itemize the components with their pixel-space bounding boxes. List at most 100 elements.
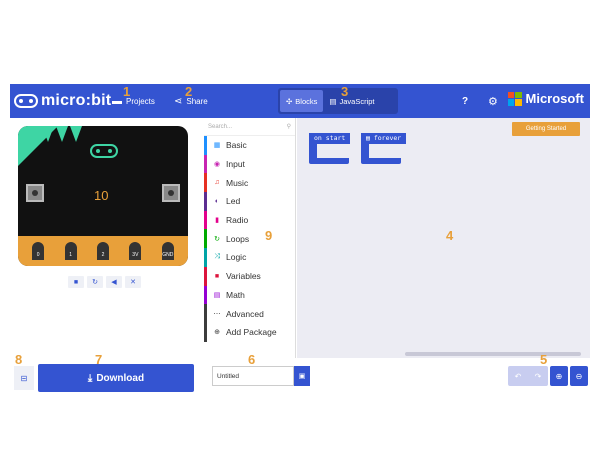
led-icon: ◐ [214, 197, 220, 205]
category-advanced[interactable]: ⋯ Advanced [204, 304, 295, 323]
pin-0[interactable]: 0 [30, 240, 47, 262]
category-input[interactable]: ◉ Input [204, 154, 295, 174]
search-placeholder: Search... [208, 123, 233, 130]
button-a[interactable] [26, 184, 44, 202]
category-radio[interactable]: ▮ Radio [204, 210, 295, 230]
radio-icon: ▮ [215, 217, 219, 225]
blocks-tab[interactable]: ✣ Blocks [280, 90, 324, 112]
annotation-5: 5 [540, 352, 548, 367]
projects-label: Projects [126, 96, 155, 106]
microbit-logo-icon [14, 94, 38, 108]
category-led[interactable]: ◐ Led [204, 192, 295, 211]
category-label: Math [226, 289, 245, 300]
category-color-bar [204, 136, 207, 155]
category-label: Add Package [226, 327, 277, 338]
category-label: Basic [226, 140, 247, 151]
category-list: ▦ Basic ◉ Input ♫ Music ◐ Led ▮ Radio ↻ Loops ⤨ Logic… [204, 136, 295, 342]
simulator-toolbar: ■ ↻ ◀ ✕ [68, 276, 141, 288]
projects-button[interactable]: ▬ Projects [112, 84, 155, 118]
pin-gnd[interactable]: GND [159, 240, 176, 262]
workspace-scrollbar[interactable] [405, 352, 581, 356]
category-label: Loops [226, 233, 250, 244]
annotation-1: 1 [123, 84, 131, 99]
project-name-input[interactable] [212, 366, 294, 386]
category-basic[interactable]: ▦ Basic [204, 136, 295, 155]
category-color-bar [204, 266, 207, 286]
microsoft-grid-icon [507, 91, 522, 106]
loop-icon: ▤ [366, 134, 374, 142]
javascript-tab[interactable]: ▤ JavaScript [323, 90, 380, 112]
on-start-block[interactable]: on start [309, 133, 351, 164]
forever-label: ▤ forever [366, 134, 402, 142]
fullscreen-icon[interactable]: ✕ [125, 276, 141, 288]
category-label: Led [226, 196, 241, 207]
category-color-bar [204, 248, 207, 267]
category-add-package[interactable]: ⊕ Add Package [204, 322, 295, 342]
category-label: Radio [226, 215, 249, 226]
button-b[interactable] [162, 184, 180, 202]
save-icon[interactable]: ▣ [294, 366, 310, 386]
microsoft-logo[interactable]: Microsoft [507, 91, 584, 106]
annotation-3: 3 [341, 84, 349, 99]
annotation-9: 9 [265, 228, 273, 243]
logo-text: micro:bit [41, 92, 112, 109]
top-menu-bar: micro:bit ▬ Projects ⋖ Share ✣ Blocks ▤ … [10, 84, 590, 118]
forever-block[interactable]: ▤ forever [361, 133, 407, 164]
pin-3v[interactable]: 3V [127, 240, 144, 262]
input-icon: ◉ [213, 161, 221, 169]
category-logic[interactable]: ⤨ Logic [204, 248, 295, 267]
category-label: Logic [226, 252, 247, 263]
mute-icon[interactable]: ◀ [106, 276, 122, 288]
loops-icon: ↻ [214, 235, 220, 243]
board-edge-decoration [42, 126, 102, 144]
stop-icon[interactable]: ■ [68, 276, 84, 288]
board-pins: 0 1 2 3V GND [18, 236, 188, 266]
board-logo-icon [90, 144, 118, 158]
annotation-7: 7 [95, 352, 103, 367]
category-variables[interactable]: ■ Variables [204, 266, 295, 286]
undo-icon[interactable]: ↶ [515, 372, 522, 381]
code-icon: ▤ [329, 96, 337, 106]
music-icon: ♫ [214, 179, 220, 187]
help-icon[interactable]: ? [462, 84, 468, 118]
advanced-icon: ⋯ [213, 310, 221, 318]
category-color-bar [204, 210, 207, 230]
category-math[interactable]: ▤ Math [204, 285, 295, 305]
category-color-bar [204, 229, 207, 249]
annotation-6: 6 [248, 352, 256, 367]
basic-icon: ▦ [213, 142, 221, 150]
annotation-2: 2 [185, 84, 193, 99]
download-icon: ⤓ [87, 372, 93, 384]
category-label: Music [226, 177, 249, 188]
microbit-logo[interactable]: micro:bit [14, 92, 111, 110]
category-color-bar [204, 192, 207, 211]
zoom-in-icon[interactable]: ⊕ [550, 366, 568, 386]
getting-started-button[interactable]: Getting Started [512, 122, 580, 136]
blocks-workspace[interactable]: Getting Started on start ▤ forever [297, 118, 590, 358]
category-label: Variables [226, 271, 261, 282]
annotation-4: 4 [446, 228, 454, 243]
category-loops[interactable]: ↻ Loops [204, 229, 295, 249]
redo-icon[interactable]: ↷ [535, 372, 542, 381]
variables-icon: ■ [214, 272, 220, 280]
category-music[interactable]: ♫ Music [204, 173, 295, 193]
add-package-icon: ⊕ [214, 329, 220, 337]
toolbox: Search... ⚲ ▦ Basic ◉ Input ♫ Music ◐ Led ▮ Radio… [204, 118, 296, 358]
zoom-out-icon[interactable]: ⊖ [570, 366, 588, 386]
gear-icon[interactable]: ⚙ [488, 84, 498, 118]
page: micro:bit ▬ Projects ⋖ Share ✣ Blocks ▤ … [0, 0, 600, 450]
on-start-label: on start [314, 134, 346, 142]
pin-2[interactable]: 2 [94, 240, 111, 262]
restart-icon[interactable]: ↻ [87, 276, 103, 288]
category-color-bar [204, 322, 207, 342]
category-label: Advanced [226, 308, 264, 319]
pin-1[interactable]: 1 [62, 240, 79, 262]
collapse-simulator-icon[interactable]: ⊟ [14, 366, 34, 390]
category-label: Input [226, 159, 245, 170]
toolbox-search[interactable]: Search... ⚲ [204, 118, 295, 136]
annotation-8: 8 [15, 352, 23, 367]
category-color-bar [204, 285, 207, 305]
category-color-bar [204, 154, 207, 174]
undo-redo-group: ↶ ↷ [508, 366, 548, 386]
download-button[interactable]: ⤓ Download [38, 364, 194, 392]
